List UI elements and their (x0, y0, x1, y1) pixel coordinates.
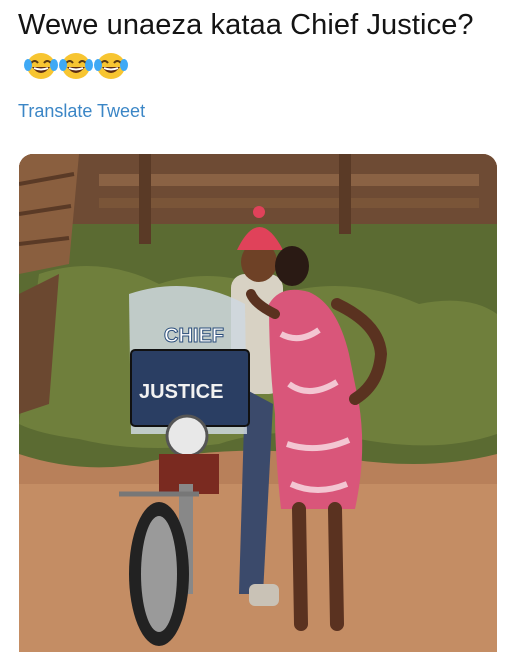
laughing-emoji-icon (59, 52, 93, 79)
laughing-emoji-icon (94, 52, 128, 79)
tweet-photo[interactable]: CHIEF JUSTICE (19, 154, 497, 652)
tweet-text: Wewe unaeza kataa Chief Justice? (18, 4, 488, 89)
fence-post (339, 154, 351, 234)
windshield-sticker: CHIEF (164, 325, 224, 347)
emoji-group (24, 43, 129, 85)
translate-tweet-link[interactable]: Translate Tweet (18, 101, 145, 122)
beanie-pom (253, 206, 265, 218)
headlight (165, 414, 209, 458)
laughing-emoji-icon (24, 52, 58, 79)
man-shoe (249, 584, 279, 606)
woman-head (275, 246, 309, 286)
tweet-body-text: Wewe unaeza kataa Chief Justice? (18, 9, 474, 41)
fence-rail (99, 174, 479, 186)
wheel-rim (141, 516, 177, 632)
plate-sign-text: JUSTICE (139, 381, 223, 403)
fence-post (139, 154, 151, 244)
tweet-card: Wewe unaeza kataa Chief Justice? Transla… (0, 0, 514, 652)
fence-rail (99, 198, 479, 208)
photo-scene: CHIEF JUSTICE (19, 154, 497, 652)
